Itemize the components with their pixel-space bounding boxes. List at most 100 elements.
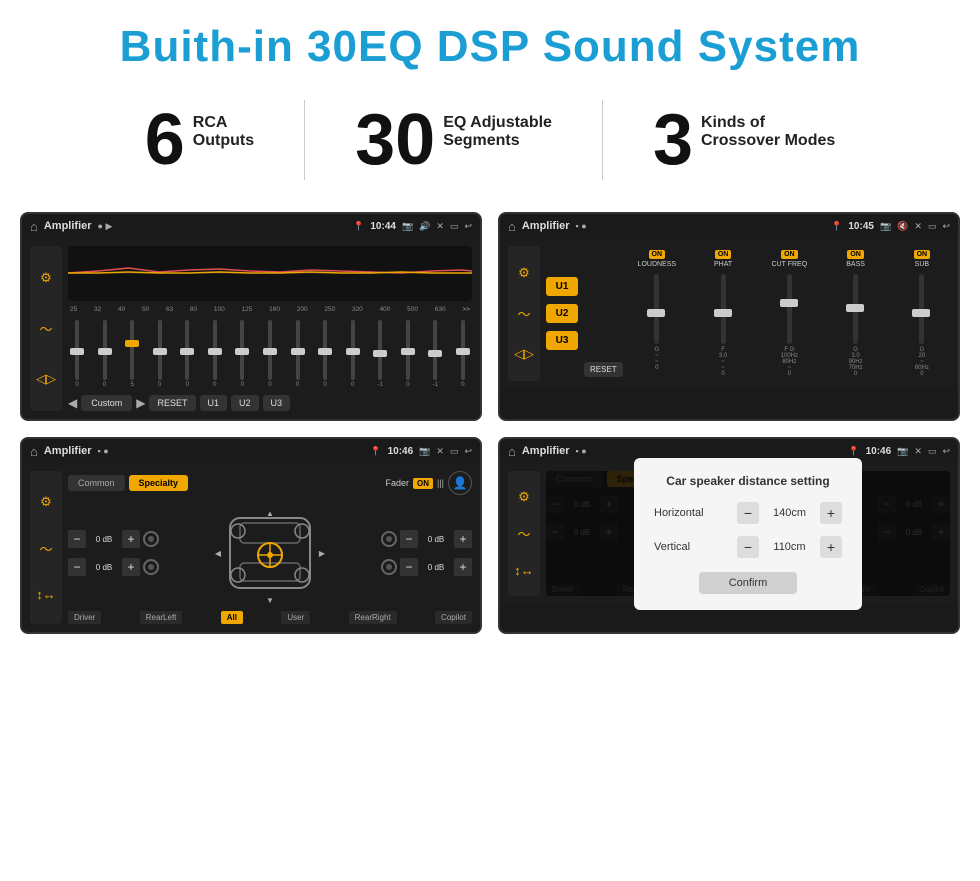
vertical-minus[interactable]: − (737, 536, 759, 558)
eq-slider-col-10[interactable]: 0 (316, 320, 334, 388)
ch-sub-on[interactable]: ON (914, 250, 931, 259)
mixer-sidebar-icon-2[interactable]: 〜 (517, 304, 530, 323)
db3-minus[interactable]: − (400, 530, 418, 548)
db4-plus[interactable]: + (454, 558, 472, 576)
horizontal-minus[interactable]: − (737, 502, 759, 524)
btn-user[interactable]: User (281, 611, 310, 624)
fader-sidebar-icon-2[interactable]: 〜 (39, 539, 52, 558)
eq-slider-col-11[interactable]: 0 (344, 320, 362, 388)
modal-horizontal-row: Horizontal − 140cm + (654, 502, 842, 524)
dist-sidebar-icon-1[interactable]: ⚙ (518, 489, 530, 505)
dist-home-icon[interactable]: ⌂ (508, 444, 516, 459)
btn-copilot[interactable]: Copilot (435, 611, 472, 624)
horizontal-val: 140cm (767, 507, 812, 519)
fader-sidebar-icon-3[interactable]: ↕↔ (36, 587, 56, 602)
fader-profile-icon[interactable]: 👤 (448, 471, 472, 495)
stat-rca-label: RCA Outputs (193, 104, 254, 150)
dist-back-icon[interactable]: ↩ (942, 446, 950, 457)
eq-slider-col-6[interactable]: 0 (206, 320, 224, 388)
fader-tab-common[interactable]: Common (68, 475, 125, 491)
eq-sidebar-icon-1[interactable]: ⚙ (40, 270, 52, 286)
fader-on-badge[interactable]: ON (413, 478, 433, 489)
mixer-vol-icon: 🔇 (897, 221, 908, 232)
ch-cutfreq-on[interactable]: ON (781, 250, 798, 259)
eq-u3-btn[interactable]: U3 (263, 395, 291, 411)
fader-controls: − 0 dB + − 0 dB + (68, 503, 472, 603)
eq-vol-icon: 🔊 (419, 221, 430, 232)
eq-back-icon[interactable]: ↩ (464, 221, 472, 232)
eq-slider-col-2[interactable]: 0 (96, 320, 114, 388)
freq-more[interactable]: >> (462, 306, 470, 313)
dist-time: 10:46 (866, 446, 892, 457)
preset-u1[interactable]: U1 (546, 277, 578, 296)
db1-plus[interactable]: + (122, 530, 140, 548)
mixer-status-dots: ▪ ● (576, 221, 587, 231)
fader-tab-specialty[interactable]: Specialty (129, 475, 189, 491)
eq-slider-col-7[interactable]: 0 (233, 320, 251, 388)
btn-driver[interactable]: Driver (68, 611, 101, 624)
horizontal-plus[interactable]: + (820, 502, 842, 524)
preset-u2[interactable]: U2 (546, 304, 578, 323)
btn-rearright[interactable]: RearRight (349, 611, 397, 624)
mixer-home-icon[interactable]: ⌂ (508, 219, 516, 234)
eq-next-btn[interactable]: ▶ (136, 396, 145, 410)
db2-plus[interactable]: + (122, 558, 140, 576)
eq-slider-col-4[interactable]: 0 (151, 320, 169, 388)
confirm-btn[interactable]: Confirm (699, 572, 798, 594)
ch-bass-slider[interactable] (853, 274, 858, 344)
eq-slider-col-14[interactable]: -1 (426, 320, 444, 388)
dist-sidebar-icon-3[interactable]: ↕↔ (514, 563, 534, 578)
ch-sub-label: SUB (915, 261, 929, 268)
fader-sidebar-icon-1[interactable]: ⚙ (40, 494, 52, 510)
fader-home-icon[interactable]: ⌂ (30, 444, 38, 459)
db-row-1: − 0 dB + (68, 530, 159, 548)
ch-loudness-slider[interactable] (654, 274, 659, 344)
db2-minus[interactable]: − (68, 558, 86, 576)
eq-custom-btn[interactable]: Custom (81, 395, 132, 411)
mixer-sidebar-icon-3[interactable]: ◁▷ (514, 346, 534, 362)
eq-prev-btn[interactable]: ◀ (68, 396, 77, 410)
btn-rearleft[interactable]: RearLeft (140, 611, 183, 624)
ch-bass-on[interactable]: ON (847, 250, 864, 259)
channel-cutfreq: ON CUT FREQ F G100Hz80Hz~0 (761, 250, 817, 377)
svg-text:◀: ◀ (215, 549, 222, 558)
modal-overlay: Car speaker distance setting Horizontal … (546, 471, 950, 596)
eq-home-icon[interactable]: ⌂ (30, 219, 38, 234)
eq-cam-icon: 📷 (402, 221, 413, 232)
stat-eq: 30 EQ Adjustable Segments (305, 104, 602, 176)
eq-slider-col-5[interactable]: 0 (178, 320, 196, 388)
mixer-reset-btn[interactable]: RESET (584, 362, 623, 377)
ch-phat-on[interactable]: ON (715, 250, 732, 259)
db1-minus[interactable]: − (68, 530, 86, 548)
preset-u3[interactable]: U3 (546, 331, 578, 350)
btn-all[interactable]: All (221, 611, 243, 624)
eq-slider-col-12[interactable]: -1 (371, 320, 389, 388)
eq-slider-col-9[interactable]: 0 (289, 320, 307, 388)
channel-loudness: ON LOUDNESS G~~0 (629, 250, 685, 377)
fader-vol-icon: ✕ (436, 446, 444, 457)
ch-sub-slider[interactable] (919, 274, 924, 344)
stat-eq-line1: EQ Adjustable (443, 114, 552, 132)
eq-u1-btn[interactable]: U1 (200, 395, 228, 411)
vertical-plus[interactable]: + (820, 536, 842, 558)
ch-phat-label: PHAT (714, 261, 732, 268)
ch-loudness-on[interactable]: ON (649, 250, 666, 259)
db4-minus[interactable]: − (400, 558, 418, 576)
eq-slider-col-13[interactable]: 0 (399, 320, 417, 388)
eq-slider-col-8[interactable]: 0 (261, 320, 279, 388)
db3-plus[interactable]: + (454, 530, 472, 548)
eq-sidebar-icon-2[interactable]: 〜 (39, 319, 52, 338)
fader-back-icon[interactable]: ↩ (464, 446, 472, 457)
mixer-sidebar-icon-1[interactable]: ⚙ (518, 265, 530, 281)
ch-cutfreq-slider[interactable] (787, 274, 792, 344)
ch-phat-slider[interactable] (721, 274, 726, 344)
mixer-back-icon[interactable]: ↩ (942, 221, 950, 232)
dist-sidebar-icon-2[interactable]: 〜 (517, 524, 530, 543)
eq-slider-col-3[interactable]: 5 (123, 320, 141, 388)
eq-slider-col-1[interactable]: 0 (68, 320, 86, 388)
eq-sidebar-icon-3[interactable]: ◁▷ (36, 371, 56, 387)
car-diagram-svg: ▲ ▼ ◀ ▶ (210, 503, 330, 603)
eq-slider-col-15[interactable]: 0 (454, 320, 472, 388)
eq-reset-btn[interactable]: RESET (149, 395, 195, 411)
eq-u2-btn[interactable]: U2 (231, 395, 259, 411)
